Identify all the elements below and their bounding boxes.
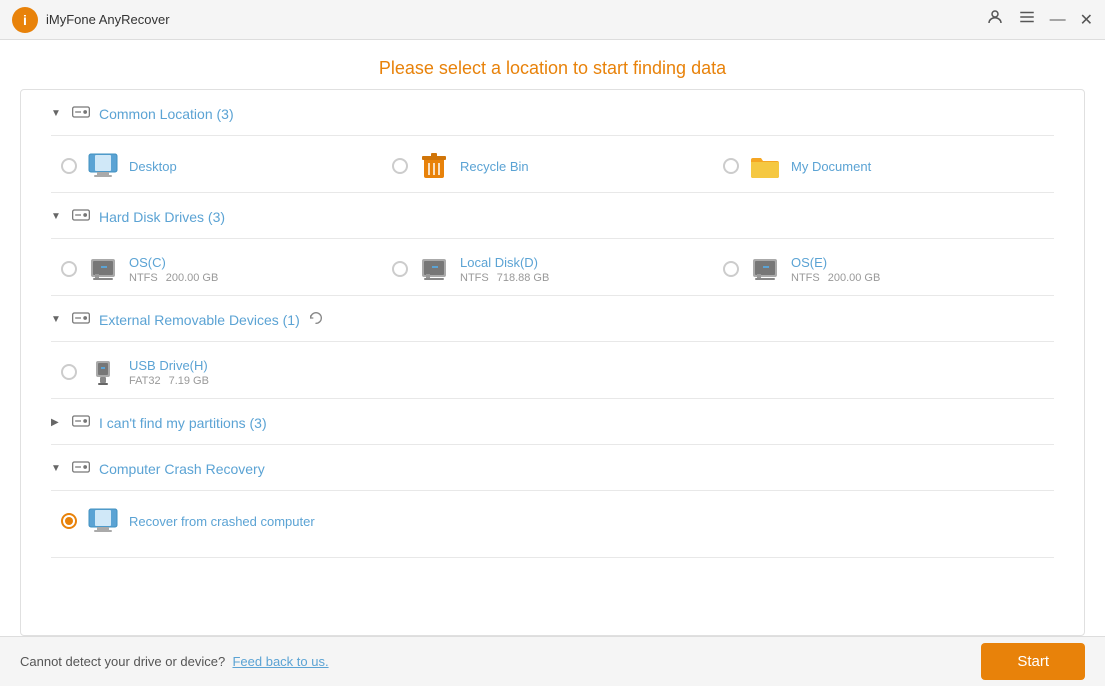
locald-name: Local Disk(D) [460, 255, 549, 270]
osc-radio[interactable] [61, 261, 77, 277]
crashed-name: Recover from crashed computer [129, 514, 315, 529]
crash-section-icon [71, 457, 91, 480]
hdd-label: Hard Disk Drives (3) [99, 209, 225, 225]
account-icon[interactable] [986, 8, 1004, 31]
ose-size: 200.00 GB [828, 272, 881, 284]
ose-icon [749, 253, 781, 285]
section-partitions[interactable]: ▶ I can't find my partitions (3) [51, 399, 1054, 445]
minimize-icon[interactable]: — [1050, 11, 1066, 29]
recycle-info: Recycle Bin [460, 159, 529, 174]
page-heading: Please select a location to start findin… [0, 40, 1105, 89]
locald-fs: NTFS [460, 272, 489, 284]
mydoc-item[interactable]: My Document [723, 150, 1054, 182]
mydoc-radio[interactable] [723, 158, 739, 174]
locald-radio[interactable] [392, 261, 408, 277]
section-crash-recovery[interactable]: ▼ Computer Crash Recovery [51, 445, 1054, 491]
usb-fs: FAT32 [129, 375, 161, 387]
desktop-name: Desktop [129, 159, 177, 174]
crashed-radio[interactable] [61, 513, 77, 529]
section-hard-disk[interactable]: ▼ Hard Disk Drives (3) [51, 193, 1054, 239]
footer-text: Cannot detect your drive or device? Feed… [20, 654, 981, 669]
recycle-name: Recycle Bin [460, 159, 529, 174]
mydoc-info: My Document [791, 159, 871, 174]
ose-info: OS(E) NTFS 200.00 GB [791, 255, 880, 284]
usb-name: USB Drive(H) [129, 358, 209, 373]
recycle-radio[interactable] [392, 158, 408, 174]
section-common-location[interactable]: ▼ Common Location (3) [51, 90, 1054, 136]
locald-item[interactable]: Local Disk(D) NTFS 718.88 GB [392, 253, 723, 285]
ext-section-icon [71, 308, 91, 331]
app-logo: i [12, 7, 38, 33]
mydoc-name: My Document [791, 159, 871, 174]
arrow-external: ▼ [51, 314, 63, 325]
osc-icon [87, 253, 119, 285]
crash-label: Computer Crash Recovery [99, 461, 265, 477]
hdd-items: OS(C) NTFS 200.00 GB [51, 239, 1054, 296]
main-content: Please select a location to start findin… [0, 40, 1105, 636]
usb-size: 7.19 GB [169, 375, 209, 387]
locald-icon [418, 253, 450, 285]
osc-fs: NTFS [129, 272, 158, 284]
partitions-section-icon [71, 411, 91, 434]
desktop-item[interactable]: Desktop [61, 150, 392, 182]
desktop-radio[interactable] [61, 158, 77, 174]
menu-icon[interactable] [1018, 8, 1036, 31]
close-icon[interactable]: ✕ [1080, 10, 1093, 30]
refresh-icon[interactable] [308, 310, 324, 329]
usb-icon [87, 356, 119, 388]
arrow-partitions: ▶ [51, 417, 63, 428]
osc-size: 200.00 GB [166, 272, 219, 284]
feedback-link[interactable]: Feed back to us. [232, 654, 328, 669]
crash-items: Recover from crashed computer [51, 491, 1054, 558]
start-button[interactable]: Start [981, 643, 1085, 680]
ose-fs: NTFS [791, 272, 820, 284]
desktop-icon [87, 150, 119, 182]
hdd-section-icon2 [71, 205, 91, 228]
usb-radio[interactable] [61, 364, 77, 380]
arrow-crash: ▼ [51, 463, 63, 474]
external-items: USB Drive(H) FAT32 7.19 GB [51, 342, 1054, 399]
external-label: External Removable Devices (1) [99, 312, 300, 328]
common-location-items: Desktop Recycle Bin [51, 136, 1054, 193]
osc-item[interactable]: OS(C) NTFS 200.00 GB [61, 253, 392, 285]
window-controls: — ✕ [986, 8, 1093, 31]
recycle-bin-item[interactable]: Recycle Bin [392, 150, 723, 182]
common-location-label: Common Location (3) [99, 106, 234, 122]
footer: Cannot detect your drive or device? Feed… [0, 636, 1105, 686]
titlebar: i iMyFone AnyRecover — ✕ [0, 0, 1105, 40]
footer-static-text: Cannot detect your drive or device? [20, 654, 225, 669]
locald-size: 718.88 GB [497, 272, 550, 284]
ose-item[interactable]: OS(E) NTFS 200.00 GB [723, 253, 1054, 285]
crashed-icon [87, 505, 119, 537]
arrow-hdd: ▼ [51, 211, 63, 222]
hdd-section-icon [71, 102, 91, 125]
desktop-info: Desktop [129, 159, 177, 174]
folder-icon [749, 150, 781, 182]
location-list: ▼ Common Location (3) [20, 89, 1085, 636]
partitions-label: I can't find my partitions (3) [99, 415, 267, 431]
locald-info: Local Disk(D) NTFS 718.88 GB [460, 255, 549, 284]
usb-info: USB Drive(H) FAT32 7.19 GB [129, 358, 209, 387]
ose-name: OS(E) [791, 255, 880, 270]
app-title: iMyFone AnyRecover [46, 12, 986, 27]
recycle-icon [418, 150, 450, 182]
crashed-info: Recover from crashed computer [129, 514, 315, 529]
ose-radio[interactable] [723, 261, 739, 277]
osc-name: OS(C) [129, 255, 218, 270]
arrow-common: ▼ [51, 108, 63, 119]
section-external[interactable]: ▼ External Removable Devices (1) [51, 296, 1054, 342]
osc-info: OS(C) NTFS 200.00 GB [129, 255, 218, 284]
